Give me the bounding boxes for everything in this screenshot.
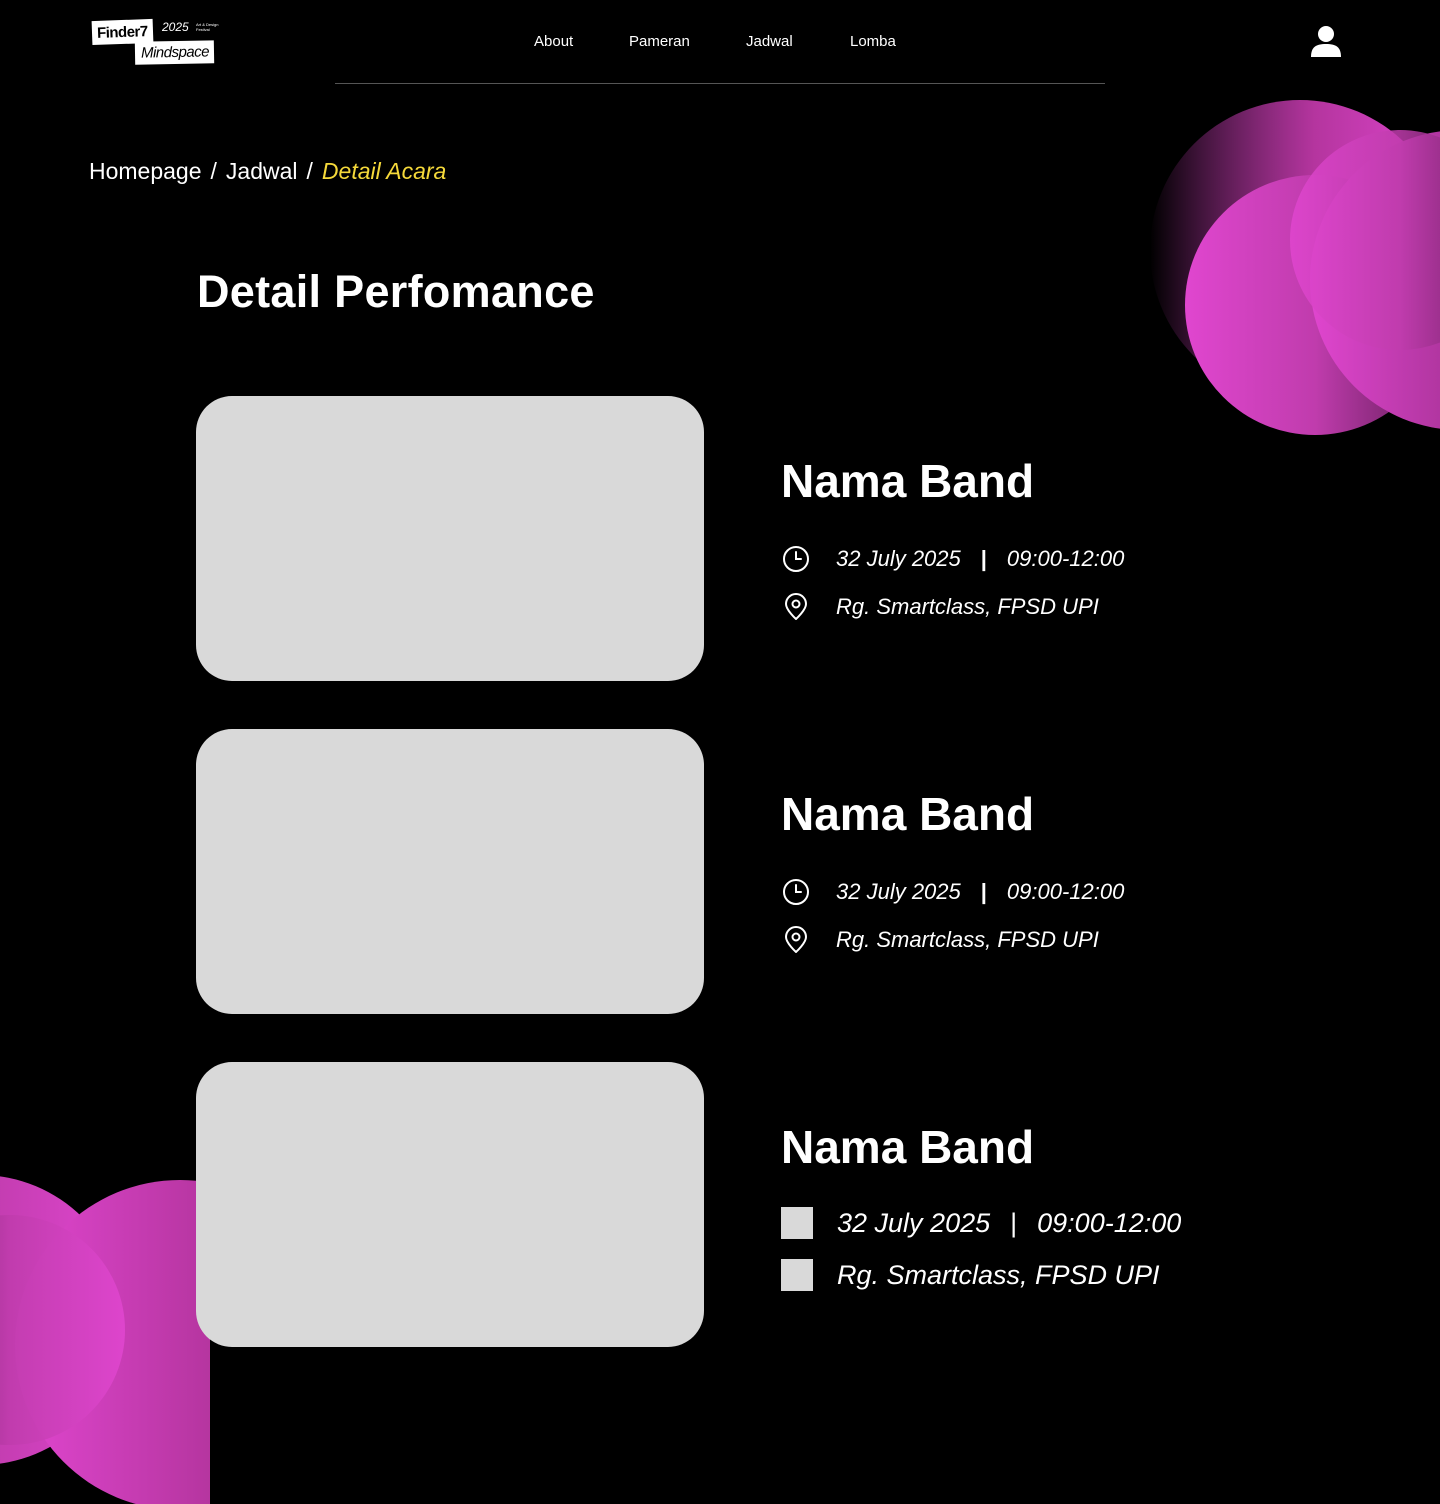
- nav-item-about[interactable]: About: [534, 33, 573, 50]
- location-row: Rg. Smartclass, FPSD UPI: [781, 925, 1099, 955]
- band-image-placeholder: [196, 1062, 704, 1347]
- breadcrumb-current: Detail Acara: [321, 158, 447, 184]
- placeholder-square-icon: [781, 1207, 813, 1239]
- band-image-placeholder: [196, 396, 704, 681]
- logo-tagline: Art & Design Festival: [196, 22, 219, 32]
- date-time-separator: |: [1010, 1207, 1018, 1238]
- performance-time: 09:00-12:00: [1037, 1207, 1182, 1238]
- location-row: Rg. Smartclass, FPSD UPI: [781, 592, 1099, 622]
- logo-year: 2025: [162, 20, 189, 34]
- performance-time: 09:00-12:00: [1006, 546, 1125, 571]
- nav-item-jadwal[interactable]: Jadwal: [746, 33, 793, 50]
- breadcrumb-separator: /: [306, 158, 313, 184]
- date-time-separator: |: [980, 546, 987, 571]
- logo-secondary: Mindspace: [134, 40, 215, 65]
- nav-item-pameran[interactable]: Pameran: [629, 33, 690, 50]
- location-pin-icon: [785, 593, 807, 620]
- performance-card: Nama Band 32 July 2025 | 09:00-12:00 Rg.…: [196, 396, 1296, 681]
- user-icon[interactable]: [1310, 25, 1342, 59]
- schedule-row: 32 July 2025 | 09:00-12:00: [781, 1207, 1181, 1239]
- breadcrumb-separator: /: [210, 158, 217, 184]
- performance-card: Nama Band 32 July 2025 | 09:00-12:00 Rg.…: [196, 1062, 1296, 1347]
- clock-icon: [783, 879, 809, 905]
- placeholder-square-icon: [781, 1259, 813, 1291]
- site-logo[interactable]: Finder7 2025 Art & Design Festival Minds…: [91, 18, 242, 68]
- band-name: Nama Band: [781, 455, 1035, 507]
- performance-date: 32 July 2025: [837, 1207, 991, 1238]
- schedule-row: 32 July 2025 | 09:00-12:00: [781, 544, 1124, 574]
- breadcrumb: Homepage / Jadwal / Detail Acara: [89, 158, 446, 185]
- clock-icon: [783, 546, 809, 572]
- page-title: Detail Perfomance: [197, 266, 595, 317]
- location-row: Rg. Smartclass, FPSD UPI: [781, 1259, 1160, 1291]
- location-pin-icon: [785, 926, 807, 953]
- performance-date: 32 July 2025: [836, 879, 961, 904]
- band-image-placeholder: [196, 729, 704, 1014]
- band-name: Nama Band: [781, 788, 1035, 840]
- performance-location: Rg. Smartclass, FPSD UPI: [836, 594, 1099, 619]
- main-nav: About Pameran Jadwal Lomba: [335, 0, 1105, 84]
- breadcrumb-jadwal[interactable]: Jadwal: [226, 158, 298, 184]
- performance-location: Rg. Smartclass, FPSD UPI: [836, 927, 1099, 952]
- performance-time: 09:00-12:00: [1006, 879, 1125, 904]
- performance-date: 32 July 2025: [836, 546, 961, 571]
- breadcrumb-homepage[interactable]: Homepage: [89, 158, 202, 184]
- performance-location: Rg. Smartclass, FPSD UPI: [837, 1259, 1160, 1290]
- schedule-row: 32 July 2025 | 09:00-12:00: [781, 877, 1124, 907]
- nav-item-lomba[interactable]: Lomba: [850, 33, 896, 50]
- date-time-separator: |: [980, 879, 987, 904]
- band-name: Nama Band: [781, 1121, 1035, 1173]
- decorative-circles-bottom: [0, 1176, 210, 1504]
- performance-card: Nama Band 32 July 2025 | 09:00-12:00 Rg.…: [196, 729, 1296, 1014]
